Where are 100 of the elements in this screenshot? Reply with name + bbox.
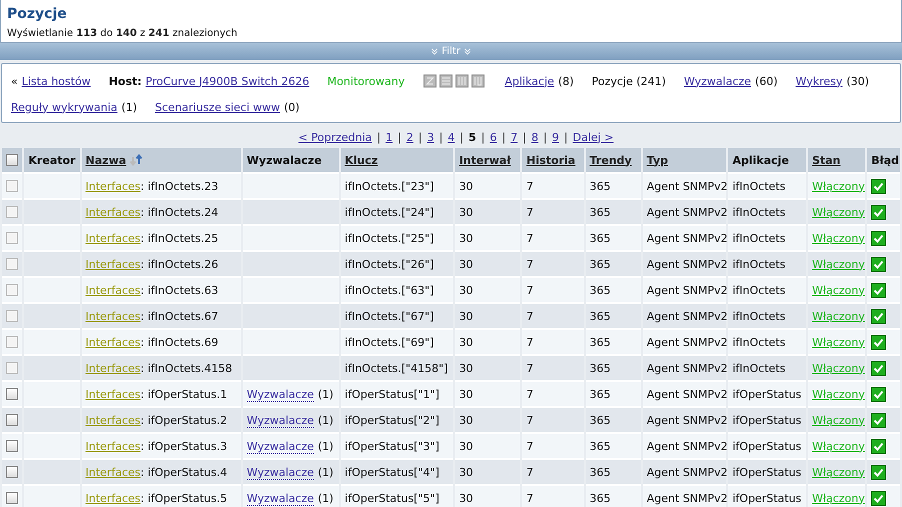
page-link[interactable]: 2: [406, 130, 414, 144]
type-cell: Agent SNMPv2: [646, 440, 728, 452]
triggers-link[interactable]: Wyzwalacze: [246, 492, 314, 506]
section-link[interactable]: Wyzwalacze: [684, 74, 752, 88]
column-header[interactable]: Typ: [646, 154, 668, 166]
item-key: ifInOctets.["25"]: [344, 232, 434, 244]
triggers-link[interactable]: Wyzwalacze: [246, 466, 314, 480]
item-key: ifInOctets.["69"]: [344, 336, 434, 348]
interval-cell: 30: [459, 362, 474, 374]
back-arrow-icon: «: [11, 74, 18, 88]
history-cell: 7: [526, 336, 534, 348]
item-name: : ifInOctets.24: [140, 206, 218, 218]
interval-cell: 30: [459, 414, 474, 426]
interval-cell: 30: [459, 492, 474, 504]
history-cell: 7: [526, 258, 534, 270]
item-name: : ifOperStatus.5: [140, 492, 228, 504]
item-key: ifOperStatus["3"]: [344, 440, 440, 452]
jmx-availability-icon: [454, 74, 469, 88]
application-cell: ifOperStatus: [732, 414, 802, 426]
page-separator: |: [564, 130, 568, 144]
item-key: ifInOctets.["63"]: [344, 284, 434, 296]
section-link[interactable]: Reguły wykrywania: [11, 100, 118, 114]
zbx-availability-icon: [422, 74, 437, 88]
application-cell: ifOperStatus: [732, 466, 802, 478]
interval-cell: 30: [459, 180, 474, 192]
host-label: Host:: [108, 74, 142, 88]
page-link[interactable]: 4: [448, 130, 455, 144]
trends-cell: 365: [590, 466, 611, 478]
triggers-link[interactable]: Wyzwalacze: [246, 414, 314, 428]
item-name: : ifInOctets.4158: [140, 362, 232, 374]
page-link[interactable]: 6: [490, 130, 497, 144]
host-list-link[interactable]: Lista hostów: [22, 74, 91, 88]
section-link[interactable]: Wykresy: [796, 74, 842, 88]
trends-cell: 365: [590, 388, 611, 400]
section-link[interactable]: Scenariusze sieci www: [155, 100, 280, 114]
interval-cell: 30: [459, 206, 474, 218]
trends-cell: 365: [590, 206, 611, 218]
interval-cell: 30: [459, 310, 474, 322]
type-cell: Agent SNMPv2: [646, 232, 728, 244]
type-cell: Agent SNMPv2: [646, 336, 728, 348]
application-cell: ifInOctets: [732, 310, 786, 322]
page-link[interactable]: 9: [552, 130, 560, 144]
trends-cell: 365: [590, 336, 611, 348]
item-name: : ifInOctets.23: [140, 180, 218, 192]
item-name: : ifInOctets.25: [140, 232, 218, 244]
item-name: : ifOperStatus.1: [140, 388, 228, 400]
triggers-count: (1): [318, 414, 334, 426]
item-key: ifOperStatus["1"]: [344, 388, 440, 400]
page-link[interactable]: 7: [510, 130, 518, 144]
interval-cell: 30: [459, 232, 474, 244]
type-cell: Agent SNMPv2: [646, 388, 728, 400]
type-cell: Agent SNMPv2: [646, 310, 728, 322]
application-cell: ifInOctets: [732, 206, 786, 218]
type-cell: Agent SNMPv2: [646, 466, 728, 478]
application-cell: ifInOctets: [732, 232, 786, 244]
column-header[interactable]: Klucz: [344, 154, 378, 166]
interval-cell: 30: [459, 440, 474, 452]
item-name: : ifOperStatus.3: [140, 440, 228, 452]
type-cell: Agent SNMPv2: [646, 414, 728, 426]
page-separator: |: [502, 130, 506, 144]
item-name: : ifInOctets.26: [140, 258, 218, 270]
section-count: (30): [846, 74, 870, 88]
type-cell: Agent SNMPv2: [646, 180, 728, 192]
page-link[interactable]: 3: [427, 130, 434, 144]
item-name: : ifOperStatus.2: [140, 414, 228, 426]
section-count: (8): [558, 74, 574, 88]
section-tab[interactable]: Pozycje (241): [592, 74, 666, 88]
triggers-count: (1): [318, 466, 334, 478]
item-key: ifOperStatus["5"]: [344, 492, 440, 504]
previous-page-link[interactable]: < Poprzednia: [298, 130, 372, 144]
column-header[interactable]: Nazwa: [86, 154, 126, 166]
page-link[interactable]: 1: [386, 130, 393, 144]
chevron-icon: [430, 48, 438, 55]
section-link[interactable]: Aplikacje: [504, 74, 554, 88]
type-cell: Agent SNMPv2: [646, 362, 728, 374]
history-cell: 7: [526, 492, 534, 504]
application-cell: ifInOctets: [732, 336, 786, 348]
host-name-link[interactable]: ProCurve J4900B Switch 2626: [146, 74, 310, 88]
page-link[interactable]: 8: [531, 130, 538, 144]
application-cell: ifOperStatus: [732, 492, 802, 504]
next-page-link[interactable]: Dalej >: [572, 130, 614, 144]
trends-cell: 365: [590, 492, 611, 504]
section-count: (60): [755, 74, 778, 88]
item-name: : ifInOctets.67: [140, 310, 218, 322]
item-key: ifOperStatus["4"]: [344, 466, 440, 478]
application-cell: ifInOctets: [732, 284, 786, 296]
triggers-link[interactable]: Wyzwalacze: [246, 388, 314, 402]
results-summary: Wyświetlanie 113 do 140 z 241 znalezionych: [7, 28, 238, 39]
column-header: Kreator: [28, 154, 76, 166]
trends-cell: 365: [590, 232, 611, 244]
type-cell: Agent SNMPv2: [646, 492, 728, 504]
snmp-availability-icon: [438, 74, 453, 88]
triggers-link[interactable]: Wyzwalacze: [246, 440, 314, 454]
page-link[interactable]: 5: [468, 130, 476, 144]
type-cell: Agent SNMPv2: [646, 258, 728, 270]
section-count: (0): [284, 100, 300, 114]
triggers-count: (1): [318, 492, 334, 504]
history-cell: 7: [526, 232, 534, 244]
interval-cell: 30: [459, 336, 474, 348]
trends-cell: 365: [590, 258, 611, 270]
